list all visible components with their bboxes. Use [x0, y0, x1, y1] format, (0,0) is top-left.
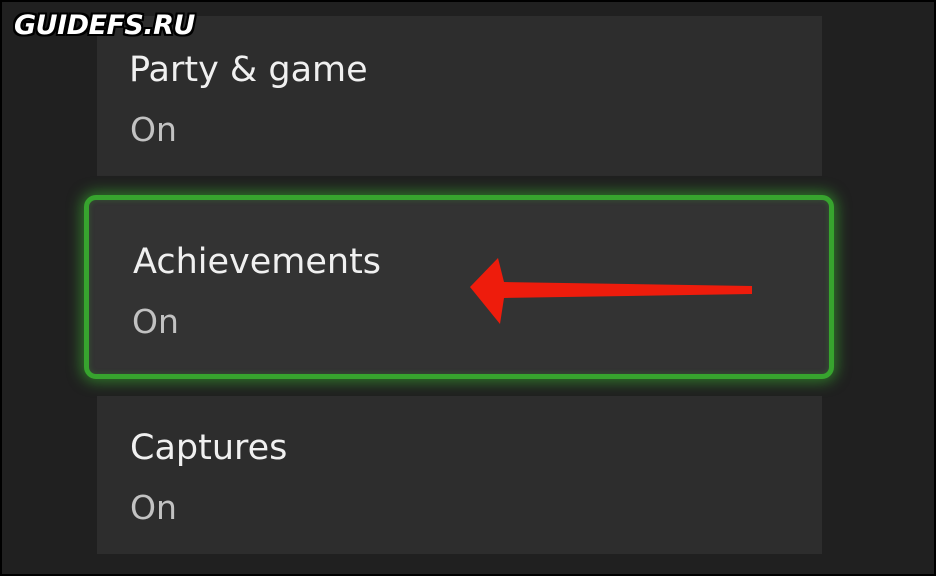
setting-value: On [132, 302, 179, 341]
setting-tile-party-and-game[interactable]: Party & game On [97, 16, 822, 176]
setting-label: Achievements [133, 242, 382, 282]
setting-value: On [130, 110, 177, 149]
red-arrow-icon [470, 258, 752, 324]
setting-label: Party & game [129, 50, 368, 90]
watermark: GUIDEFS.RU [14, 10, 195, 41]
setting-label: Captures [130, 428, 288, 468]
screenshot-frame: GUIDEFS.RU Party & game On Achievements … [0, 0, 936, 576]
setting-tile-captures[interactable]: Captures On [97, 396, 822, 554]
setting-value: On [130, 488, 177, 527]
